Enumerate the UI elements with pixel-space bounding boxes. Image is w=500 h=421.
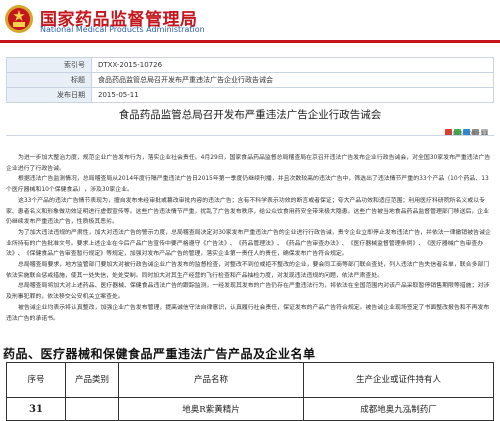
meta-row-date: 发布日期 2015-05-11 xyxy=(6,87,494,103)
meta-value: 食品药品监管总局召开发布严重违法广告企业行政告诫会 xyxy=(91,72,494,88)
article-paragraph: 被告诫企业均表示将认真整改，加强企业广告发布管理，提高诚信守法自律意识，认真履行… xyxy=(6,304,490,322)
article-title: 食品药品监管总局召开发布严重违法广告企业行政告诫会 xyxy=(118,109,382,121)
site-name-english: National Medical Products Administration xyxy=(40,25,205,34)
column-header: 产品名称 xyxy=(118,362,304,398)
table-row: 31 地奥R紫黄精片 成都地奥九泓制药厂 xyxy=(6,397,494,421)
column-header: 产品类别 xyxy=(65,362,119,398)
header-divider xyxy=(0,40,500,43)
table-cell-no: 31 xyxy=(6,397,66,421)
table-cell-category xyxy=(65,397,119,421)
article-paragraph: 根据违法广告监测情况，总局稽查局从2014年度行隔严重违法广告日2015年第一季… xyxy=(6,176,489,194)
article-paragraph: 这33个产品的违法广告情节表现为，擅自发布未经审批或篡改审批内容的违法广告；含有… xyxy=(6,197,490,226)
article-paragraph: 总局稽查局将加大对上述药品、医疗器械、保健食品违法广告的跟踪监测，一经发现其发布… xyxy=(6,283,490,301)
product-table: 序号 产品类别 产品名称 生产企业或证件持有人 31 地奥R紫黄精片 成都地奥九… xyxy=(6,362,494,421)
document-meta-table: 索引号 DTXX-2015-10726 标题 食品药品监管总局召开发布严重违法广… xyxy=(6,57,494,103)
meta-row-index: 索引号 DTXX-2015-10726 xyxy=(6,57,494,73)
meta-row-title: 标题 食品药品监管总局召开发布严重违法广告企业行政告诫会 xyxy=(6,72,494,88)
meta-label: 标题 xyxy=(6,72,92,88)
table-cell-name: 地奥R紫黄精片 xyxy=(118,397,304,421)
column-header: 生产企业或证件持有人 xyxy=(303,362,494,398)
article-paragraph: 为了加大违法违规的严肃性，加大对违法广告的警示力度，总局稽查局决定对30家发布严… xyxy=(6,229,491,258)
article-body: 为进一步加大整治力度，规范企业广告发布行为，落实企业社会责任。4月29日，国家食… xyxy=(6,153,494,324)
meta-value: DTXX-2015-10726 xyxy=(91,57,494,73)
meta-label: 发布日期 xyxy=(6,87,92,103)
site-header: 国家药品监督管理局 National Medical Products Admi… xyxy=(0,0,500,40)
meta-label: 索引号 xyxy=(6,57,92,73)
column-header: 序号 xyxy=(6,362,66,398)
article-divider xyxy=(6,135,494,136)
national-emblem-icon xyxy=(5,5,33,33)
meta-value: 2015-05-11 xyxy=(91,87,494,103)
table-header-row: 序号 产品类别 产品名称 生产企业或证件持有人 xyxy=(6,362,494,398)
product-list-title: 药品、医疗器械和保健食品严重违法广告产品及企业名单 xyxy=(3,347,316,361)
article-paragraph: 为进一步加大整治力度，规范企业广告发布行为，落实企业社会责任。4月29日，国家食… xyxy=(6,155,491,172)
article-paragraph: 总局稽查局要求，地方监管部门要加大对被行政告诫企业广告发布的监督检查，对整改不到… xyxy=(6,262,490,279)
table-cell-company: 成都地奥九泓制药厂 xyxy=(303,397,494,421)
